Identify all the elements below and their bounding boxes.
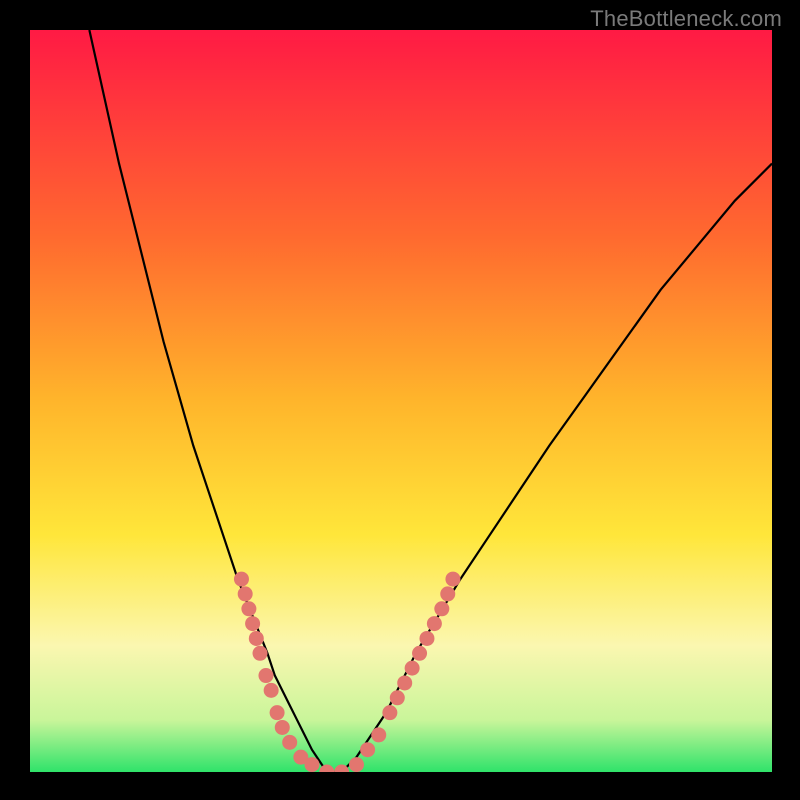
curve-marker xyxy=(427,616,442,631)
chart-frame: TheBottleneck.com xyxy=(0,0,800,800)
watermark-label: TheBottleneck.com xyxy=(590,6,782,32)
curve-marker xyxy=(434,601,449,616)
curve-marker xyxy=(440,586,455,601)
curve-marker xyxy=(249,631,264,646)
curve-marker xyxy=(445,572,460,587)
curve-marker xyxy=(270,705,285,720)
curve-marker xyxy=(304,757,319,772)
curve-marker xyxy=(275,720,290,735)
curve-marker xyxy=(360,742,375,757)
curve-marker xyxy=(258,668,273,683)
curve-marker xyxy=(397,675,412,690)
curve-marker xyxy=(382,705,397,720)
curve-marker xyxy=(412,646,427,661)
curve-marker xyxy=(238,586,253,601)
gradient-bg xyxy=(30,30,772,772)
curve-marker xyxy=(253,646,268,661)
curve-marker xyxy=(419,631,434,646)
curve-marker xyxy=(245,616,260,631)
plot-area xyxy=(30,30,772,772)
curve-marker xyxy=(234,572,249,587)
curve-marker xyxy=(349,757,364,772)
curve-marker xyxy=(241,601,256,616)
curve-marker xyxy=(264,683,279,698)
chart-svg xyxy=(30,30,772,772)
curve-marker xyxy=(282,735,297,750)
curve-marker xyxy=(405,661,420,676)
curve-marker xyxy=(390,690,405,705)
curve-marker xyxy=(371,727,386,742)
